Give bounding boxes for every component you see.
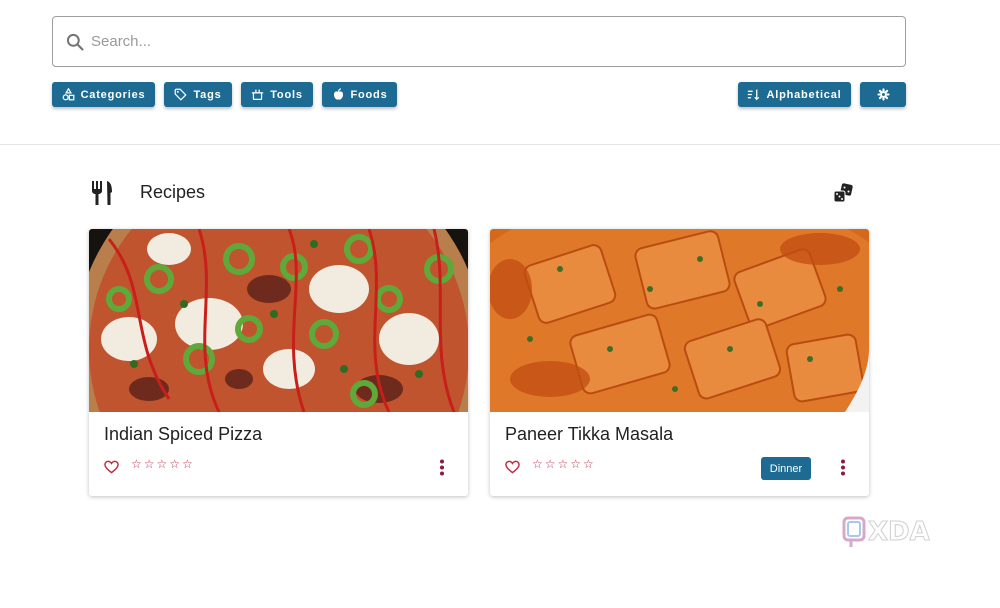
sort-label: Alphabetical: [766, 88, 842, 101]
recipe-title[interactable]: Paneer Tikka Masala: [505, 424, 673, 445]
tools-button[interactable]: Tools: [241, 82, 313, 107]
rating-stars[interactable]: ☆☆☆☆☆: [131, 457, 195, 471]
shapes-icon: [62, 88, 74, 101]
header-toolbar: Categories Tags Tools Foods: [0, 0, 1000, 145]
tag-icon: [175, 88, 187, 101]
apple-icon: [333, 88, 343, 100]
tools-label: Tools: [270, 88, 303, 101]
recipe-title[interactable]: Indian Spiced Pizza: [104, 424, 262, 445]
xda-watermark-logo: XDA: [842, 516, 930, 548]
fork-knife-icon: [92, 181, 112, 205]
foods-button[interactable]: Foods: [322, 82, 397, 107]
pot-icon: [252, 89, 264, 100]
recipe-card[interactable]: Paneer Tikka Masala ☆☆☆☆☆ Dinner: [490, 229, 869, 496]
more-options-icon[interactable]: [840, 459, 846, 476]
search-box[interactable]: [52, 16, 906, 67]
heart-icon[interactable]: [505, 460, 520, 474]
search-icon: [66, 33, 84, 51]
more-options-icon[interactable]: [439, 459, 445, 476]
recipe-image-paneer[interactable]: [490, 229, 869, 412]
gear-icon: [876, 88, 890, 101]
watermark-text: XDA: [868, 517, 930, 547]
sort-button[interactable]: Alphabetical: [738, 82, 851, 107]
tags-button[interactable]: Tags: [164, 82, 232, 107]
search-input[interactable]: [91, 17, 891, 66]
dice-icon[interactable]: [833, 183, 853, 203]
rating-stars[interactable]: ☆☆☆☆☆: [532, 457, 596, 471]
recipe-image-pizza[interactable]: [89, 229, 468, 412]
categories-label: Categories: [80, 88, 146, 101]
foods-label: Foods: [350, 88, 388, 101]
tag-chip-dinner[interactable]: Dinner: [761, 457, 811, 480]
section-title: Recipes: [140, 182, 206, 202]
settings-button[interactable]: [860, 82, 906, 107]
heart-icon[interactable]: [104, 460, 119, 474]
categories-button[interactable]: Categories: [52, 82, 155, 107]
recipe-card[interactable]: Indian Spiced Pizza ☆☆☆☆☆: [89, 229, 468, 496]
sort-icon: [748, 89, 760, 101]
tags-label: Tags: [193, 88, 222, 101]
